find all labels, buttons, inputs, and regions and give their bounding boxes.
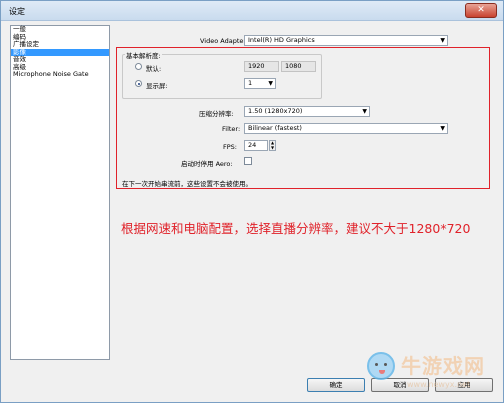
window-title: 设定: [9, 7, 25, 16]
video-adapter-label: Video Adapter:: [200, 37, 249, 45]
custom-height-field: 1080: [281, 61, 316, 72]
video-adapter-value: Intel(R) HD Graphics: [248, 36, 315, 44]
site-watermark: 牛游戏网 www.newyx.net: [367, 348, 497, 394]
ok-button[interactable]: 确定: [307, 378, 365, 392]
chevron-down-icon: ▼: [268, 80, 273, 87]
spin-down-icon: ▼: [270, 144, 275, 150]
disable-aero-label: 启动时停用 Aero:: [181, 160, 233, 168]
close-button[interactable]: ✕: [465, 3, 497, 18]
downscale-label: 压缩分辨率:: [199, 110, 234, 118]
disable-aero-checkbox[interactable]: [244, 157, 252, 165]
chevron-down-icon: ▼: [440, 125, 445, 132]
sidebar-item-noise-gate[interactable]: Microphone Noise Gate: [11, 70, 109, 79]
chevron-down-icon: ▼: [362, 108, 367, 115]
annotation-text: 根据网速和电脑配置，选择直播分辨率，建议不大于1280*720: [121, 221, 471, 236]
monitor-resolution-label: 显示屏:: [146, 82, 168, 90]
settings-category-list[interactable]: 一般 编码 广播设定 影像 音效 高级 Microphone Noise Gat…: [10, 25, 110, 360]
video-adapter-select[interactable]: Intel(R) HD Graphics ▼: [244, 35, 448, 46]
fps-label: FPS:: [223, 143, 237, 151]
filter-label: Filter:: [222, 125, 241, 133]
chevron-down-icon: ▼: [440, 37, 445, 44]
custom-resolution-radio[interactable]: [135, 63, 142, 70]
monitor-resolution-radio[interactable]: [135, 80, 142, 87]
title-bar: 设定 ✕: [1, 1, 503, 21]
watermark-text: 牛游戏网: [401, 354, 485, 378]
custom-width-field: 1920: [244, 61, 279, 72]
base-resolution-label: 基本解析度:: [125, 50, 162, 60]
fps-input[interactable]: 24: [244, 140, 268, 151]
fps-spin-button[interactable]: ▲ ▼: [269, 140, 276, 151]
mascot-logo-icon: [367, 352, 395, 380]
downscale-select[interactable]: 1.50 (1280x720) ▼: [244, 106, 370, 117]
fps-value: 24: [248, 141, 257, 149]
watermark-url: www.newyx.net: [407, 380, 471, 389]
settings-note: 在下一次开始串流前，这些设置不会被使用。: [122, 180, 252, 188]
filter-select[interactable]: Bilinear (fastest) ▼: [244, 123, 448, 134]
custom-resolution-label: 默认:: [146, 65, 162, 73]
settings-window: 设定 ✕ 一般 编码 广播设定 影像 音效 高级 Microphone Nois…: [0, 0, 504, 403]
filter-value: Bilinear (fastest): [248, 124, 302, 132]
downscale-value: 1.50 (1280x720): [248, 107, 303, 115]
monitor-value: 1: [248, 79, 253, 87]
monitor-select[interactable]: 1 ▼: [244, 78, 276, 89]
